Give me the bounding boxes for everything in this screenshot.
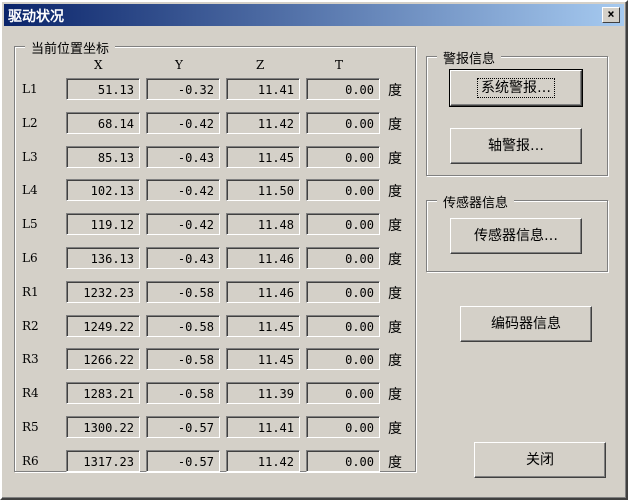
sensor-info-button[interactable]: 传感器信息…: [450, 218, 582, 254]
row-label: R3: [22, 352, 39, 367]
coord-t-field: 0.00: [306, 213, 380, 236]
unit-label: 度: [388, 184, 402, 201]
coord-t-field: 0.00: [306, 78, 380, 100]
coord-t-field: 0.00: [306, 280, 380, 303]
row-label: L3: [22, 149, 38, 164]
unit-label: 度: [388, 150, 402, 167]
coord-y-field: -0.32: [146, 78, 220, 100]
coord-z-field: 11.46: [226, 280, 300, 303]
coord-x-field: 1300.22: [66, 416, 140, 438]
coord-z-field: 11.41: [226, 78, 300, 100]
coord-z-field: 11.42: [226, 111, 300, 134]
row-label: R5: [22, 420, 39, 434]
column-header-z: Z: [256, 58, 265, 72]
coord-t-field: 0.00: [306, 179, 380, 202]
titlebar-close-button[interactable]: ×: [602, 7, 620, 23]
unit-label: 度: [388, 252, 402, 268]
coord-t-field: 0.00: [306, 247, 380, 269]
coord-t-field: 0.00: [306, 314, 380, 337]
axis-alarm-button[interactable]: 轴警报…: [450, 128, 582, 164]
row-label: R4: [22, 386, 39, 401]
coord-x-field: 68.14: [66, 111, 140, 134]
encoder-info-button-label: 编码器信息: [491, 316, 561, 332]
coord-t-field: 0.00: [306, 145, 380, 168]
row-label: R2: [22, 318, 39, 333]
coord-y-field: -0.42: [146, 111, 220, 134]
coord-z-field: 11.42: [226, 449, 300, 472]
coord-x-field: 1232.23: [66, 280, 140, 303]
coord-z-field: 11.45: [226, 314, 300, 337]
row-label: R1: [22, 284, 39, 299]
coord-t-field: 0.00: [306, 111, 380, 134]
unit-label: 度: [388, 83, 402, 99]
unit-label: 度: [388, 285, 402, 302]
row-label: L2: [22, 115, 38, 130]
position-group-label: 当前位置坐标: [25, 38, 116, 57]
coord-y-field: -0.57: [146, 416, 220, 438]
coord-z-field: 11.41: [226, 416, 300, 438]
coord-z-field: 11.45: [226, 348, 300, 371]
system-alarm-button[interactable]: 系统警报…: [449, 69, 583, 107]
encoder-info-button[interactable]: 编码器信息: [460, 306, 592, 342]
coord-x-field: 51.13: [66, 78, 140, 100]
system-alarm-button-label: 系统警报…: [477, 78, 555, 98]
coord-y-field: -0.43: [146, 145, 220, 168]
coord-t-field: 0.00: [306, 382, 380, 405]
row-label: R6: [22, 453, 39, 468]
window-title: 驱动状况: [8, 9, 64, 25]
unit-label: 度: [388, 319, 402, 336]
coord-z-field: 11.46: [226, 247, 300, 269]
coord-y-field: -0.58: [146, 314, 220, 337]
coord-x-field: 1317.23: [66, 449, 140, 472]
row-label: L5: [22, 217, 38, 232]
row-label: L1: [22, 82, 38, 96]
coord-x-field: 1283.21: [66, 382, 140, 405]
coord-z-field: 11.48: [226, 213, 300, 236]
coord-z-field: 11.39: [226, 382, 300, 405]
coord-x-field: 136.13: [66, 247, 140, 269]
coord-x-field: 102.13: [66, 179, 140, 202]
coord-t-field: 0.00: [306, 416, 380, 438]
unit-label: 度: [388, 218, 402, 235]
unit-label: 度: [388, 353, 402, 370]
alarm-group-label: 警报信息: [437, 48, 502, 67]
coord-y-field: -0.58: [146, 280, 220, 303]
coord-z-field: 11.45: [226, 145, 300, 168]
title-bar[interactable]: 驱动状况 ×: [4, 4, 624, 26]
row-label: L4: [22, 183, 38, 198]
close-button-label: 关闭: [526, 452, 554, 468]
coord-y-field: -0.42: [146, 213, 220, 236]
unit-label: 度: [388, 421, 402, 437]
row-label: L6: [22, 251, 38, 265]
coord-y-field: -0.43: [146, 247, 220, 269]
unit-label: 度: [388, 454, 402, 471]
coord-y-field: -0.42: [146, 179, 220, 202]
unit-label: 度: [388, 387, 402, 404]
coord-x-field: 1249.22: [66, 314, 140, 337]
unit-label: 度: [388, 116, 402, 133]
axis-alarm-button-label: 轴警报…: [488, 138, 544, 154]
close-button[interactable]: 关闭: [474, 442, 606, 478]
coord-y-field: -0.58: [146, 382, 220, 405]
column-header-y: Y: [175, 58, 183, 72]
sensor-group-label: 传感器信息: [437, 192, 515, 211]
sensor-info-button-label: 传感器信息…: [474, 228, 558, 244]
coord-y-field: -0.57: [146, 449, 220, 472]
coord-x-field: 119.12: [66, 213, 140, 236]
column-header-x: X: [94, 58, 103, 72]
coord-t-field: 0.00: [306, 348, 380, 371]
coord-z-field: 11.50: [226, 179, 300, 202]
coord-x-field: 85.13: [66, 145, 140, 168]
coord-t-field: 0.00: [306, 449, 380, 472]
coord-y-field: -0.58: [146, 348, 220, 371]
column-header-t: T: [335, 58, 344, 72]
coord-x-field: 1266.22: [66, 348, 140, 371]
